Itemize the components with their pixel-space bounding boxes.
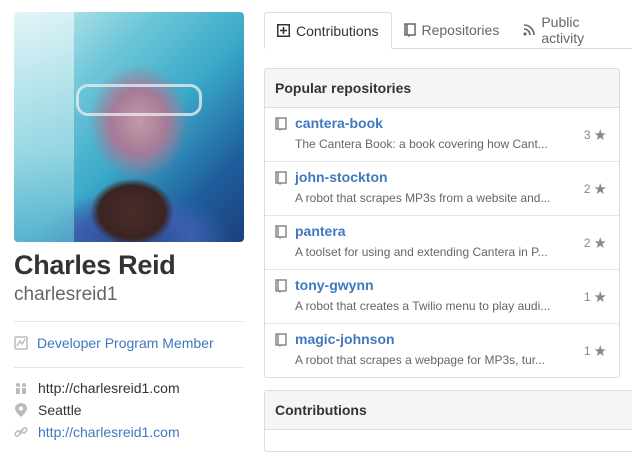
star-icon: ★ — [593, 235, 607, 252]
organization-text: http://charlesreid1.com — [38, 380, 180, 396]
website-link[interactable]: http://charlesreid1.com — [38, 424, 180, 440]
star-icon: ★ — [593, 127, 607, 144]
organization-icon — [14, 381, 28, 395]
avatar-highlight — [14, 12, 74, 242]
repo-name-link[interactable]: magic-johnson — [295, 331, 395, 347]
link-icon — [14, 425, 28, 439]
badge-label[interactable]: Developer Program Member — [37, 335, 214, 351]
repo-description: A robot that creates a Twilio menu to pl… — [295, 299, 551, 313]
repo-name-link[interactable]: tony-gwynn — [295, 277, 374, 293]
location-text: Seattle — [38, 402, 82, 418]
profile-sidebar: Charles Reid charlesreid1 Developer Prog… — [14, 12, 244, 443]
tab-label: Contributions — [296, 22, 379, 39]
tab-label: Repositories — [421, 22, 500, 38]
location-pin-icon — [14, 403, 28, 417]
avatar-glasses — [76, 84, 202, 116]
repo-name-link[interactable]: pantera — [295, 223, 346, 239]
repo-description: A toolset for using and extending Canter… — [295, 245, 548, 259]
list-item[interactable]: cantera-book The Cantera Book: a book co… — [265, 108, 619, 162]
star-count: 2 — [583, 182, 591, 196]
list-item[interactable]: magic-johnson A robot that scrapes a web… — [265, 324, 619, 377]
avatar[interactable] — [14, 12, 244, 242]
stargazers-count[interactable]: 2 ★ — [584, 180, 607, 198]
repo-icon — [275, 225, 287, 244]
stargazers-count[interactable]: 1 ★ — [584, 288, 607, 306]
star-icon: ★ — [593, 289, 607, 306]
star-icon: ★ — [593, 343, 607, 360]
repo-description: A robot that scrapes MP3s from a website… — [295, 191, 551, 205]
tab-label: Public activity — [541, 14, 585, 46]
star-count: 2 — [583, 236, 591, 250]
stargazers-count[interactable]: 3 ★ — [584, 126, 607, 144]
repo-icon — [275, 171, 287, 190]
badge-icon — [14, 336, 28, 350]
star-count: 1 — [583, 344, 591, 358]
tab-repositories[interactable]: Repositories — [392, 12, 512, 48]
divider — [14, 367, 244, 368]
divider — [14, 321, 244, 322]
repo-description: The Cantera Book: a book covering how Ca… — [295, 137, 548, 151]
list-item[interactable]: john-stockton A robot that scrapes MP3s … — [265, 162, 619, 216]
contributions-title: Contributions — [265, 391, 632, 430]
repo-icon — [275, 117, 287, 136]
list-item[interactable]: tony-gwynn A robot that creates a Twilio… — [265, 270, 619, 324]
star-count: 3 — [583, 128, 591, 142]
developer-badge[interactable]: Developer Program Member — [14, 333, 244, 353]
location-row: Seattle — [14, 399, 244, 421]
repo-icon — [403, 23, 416, 37]
repo-name-link[interactable]: cantera-book — [295, 115, 383, 131]
repo-name-link[interactable]: john-stockton — [295, 169, 388, 185]
profile-full-name: Charles Reid — [14, 250, 176, 280]
organization-row: http://charlesreid1.com — [14, 377, 244, 399]
star-icon: ★ — [593, 181, 607, 198]
stargazers-count[interactable]: 2 ★ — [584, 234, 607, 252]
repo-description: A robot that scrapes a webpage for MP3s,… — [295, 353, 546, 367]
list-item[interactable]: pantera A toolset for using and extendin… — [265, 216, 619, 270]
star-count: 1 — [583, 290, 591, 304]
tab-public-activity[interactable]: Public activity — [511, 12, 632, 48]
stargazers-count[interactable]: 1 ★ — [584, 342, 607, 360]
repo-icon — [275, 333, 287, 352]
contributions-box: Contributions — [264, 390, 632, 452]
popular-repositories-box: Popular repositories cantera-book The Ca… — [264, 68, 620, 378]
tab-contributions[interactable]: Contributions — [264, 12, 392, 49]
profile-username: charlesreid1 — [14, 284, 118, 305]
rss-icon — [523, 24, 536, 36]
popular-repositories-title: Popular repositories — [265, 69, 619, 108]
contributions-icon — [277, 24, 290, 37]
profile-tabs: Contributions Repositories Public activi… — [264, 12, 632, 49]
repo-icon — [275, 279, 287, 298]
